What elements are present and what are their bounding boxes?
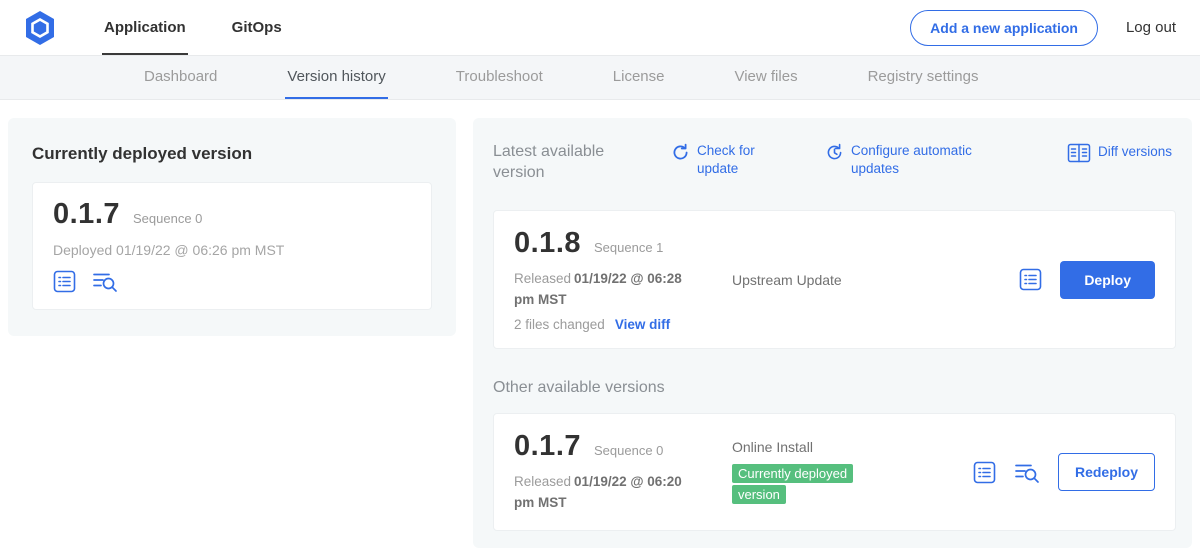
latest-version-card: 0.1.8 Sequence 1 Released01/19/22 @ 06:2… [493,210,1176,350]
preview-files-icon[interactable] [92,270,118,293]
install-type-label: Online Install [732,439,973,455]
subnav-item-version-history[interactable]: Version history [285,56,387,99]
latest-sequence-label: Sequence 1 [594,240,663,255]
preview-files-icon[interactable] [1014,461,1040,484]
deployed-panel-title: Currently deployed version [32,144,432,164]
other-version-card: 0.1.7 Sequence 0 Released01/19/22 @ 06:2… [493,413,1176,531]
configure-updates-label: Configure automatic updates [851,142,979,178]
deployed-sequence-label: Sequence 0 [133,211,202,226]
latest-available-title: Latest available version [493,142,643,184]
subnav-item-dashboard[interactable]: Dashboard [142,56,219,99]
add-application-button[interactable]: Add a new application [910,10,1098,46]
check-for-update-link[interactable]: Check for update [671,142,763,178]
tab-application[interactable]: Application [102,0,188,55]
deployed-version-row: 0.1.7 Sequence 0 [53,198,411,231]
deployed-version-card: 0.1.7 Sequence 0 Deployed 01/19/22 @ 06:… [32,182,432,310]
view-diff-link[interactable]: View diff [615,317,670,332]
app-logo[interactable] [24,8,58,48]
other-versions-title: Other available versions [493,379,1176,397]
currently-deployed-panel: Currently deployed version 0.1.7 Sequenc… [8,118,456,336]
available-versions-panel: Latest available version Check for updat… [473,118,1192,548]
schedule-update-icon [825,143,844,162]
refresh-icon [671,143,690,162]
available-versions-header: Latest available version Check for updat… [493,142,1176,184]
latest-released-date: Released01/19/22 @ 06:28 pm MST [514,269,698,311]
diff-icon [1067,143,1091,163]
other-version-number: 0.1.7 [514,430,581,463]
badge-wrap: Currently deployed version [732,463,877,506]
subnav-item-view-files[interactable]: View files [732,56,799,99]
sub-nav: Dashboard Version history Troubleshoot L… [0,56,1200,100]
release-notes-icon[interactable] [53,270,76,293]
configure-automatic-updates-link[interactable]: Configure automatic updates [825,142,979,178]
released-label: Released [514,474,571,489]
released-label: Released [514,271,571,286]
check-for-update-label: Check for update [697,142,763,178]
diff-versions-link[interactable]: Diff versions [1067,142,1172,163]
release-notes-icon[interactable] [973,461,996,484]
latest-card-actions: Deploy [1019,261,1155,299]
deploy-button[interactable]: Deploy [1060,261,1155,299]
currently-deployed-badge: Currently deployed version [732,464,853,505]
latest-version-number: 0.1.8 [514,227,581,260]
deployed-date: Deployed 01/19/22 @ 06:26 pm MST [53,242,411,258]
top-tabs: Application GitOps [102,0,326,55]
files-changed-label: 2 files changed [514,317,605,332]
main-content: Currently deployed version 0.1.7 Sequenc… [0,100,1200,548]
tab-gitops[interactable]: GitOps [230,0,284,55]
release-notes-icon[interactable] [1019,268,1042,291]
subnav-item-troubleshoot[interactable]: Troubleshoot [454,56,545,99]
subnav-item-registry-settings[interactable]: Registry settings [866,56,981,99]
top-nav: Application GitOps Add a new application… [0,0,1200,56]
subnav-item-license[interactable]: License [611,56,667,99]
other-sequence-label: Sequence 0 [594,443,663,458]
diff-versions-label: Diff versions [1098,143,1172,161]
other-card-actions: Redeploy [973,453,1155,491]
latest-version-source: Upstream Update [732,272,1019,288]
deployed-card-actions [53,270,411,293]
logout-link[interactable]: Log out [1126,19,1176,36]
latest-version-info: 0.1.8 Sequence 1 Released01/19/22 @ 06:2… [514,227,732,333]
other-version-source: Online Install Currently deployed versio… [732,439,973,506]
top-nav-right: Add a new application Log out [910,10,1176,46]
replicated-logo-icon [24,10,56,46]
redeploy-button[interactable]: Redeploy [1058,453,1155,491]
other-released-date: Released01/19/22 @ 06:20 pm MST [514,472,698,514]
other-version-info: 0.1.7 Sequence 0 Released01/19/22 @ 06:2… [514,430,732,514]
deployed-version-number: 0.1.7 [53,198,120,231]
